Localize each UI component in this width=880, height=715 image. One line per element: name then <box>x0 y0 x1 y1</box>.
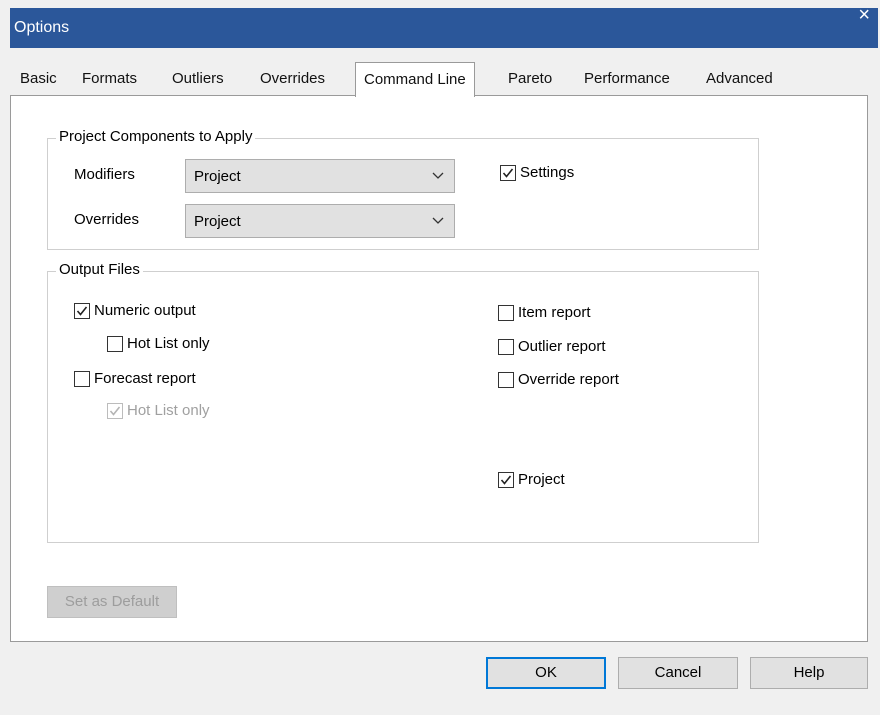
window-title: Options <box>14 19 70 36</box>
tab-pareto[interactable]: Pareto <box>502 64 558 94</box>
item-report-label: Item report <box>518 304 591 321</box>
numeric-hot-list-checkbox[interactable]: Hot List only <box>107 335 210 352</box>
forecast-hot-list-checkbox: Hot List only <box>107 402 210 419</box>
help-button[interactable]: Help <box>750 657 868 689</box>
settings-label: Settings <box>520 164 575 181</box>
numeric-hot-list-label: Hot List only <box>127 335 210 352</box>
chevron-down-icon <box>432 172 444 179</box>
set-as-default-button: Set as Default <box>47 586 177 618</box>
outlier-report-label: Outlier report <box>518 338 606 355</box>
checkbox-box <box>74 370 90 387</box>
tab-command-line[interactable]: Command Line <box>355 62 475 97</box>
overrides-value: Project <box>194 213 241 230</box>
tab-performance[interactable]: Performance <box>578 64 676 94</box>
checkmark-icon <box>109 406 121 416</box>
modifiers-label: Modifiers <box>74 166 135 183</box>
forecast-hot-list-label: Hot List only <box>127 402 210 419</box>
output-files-title: Output Files <box>56 261 143 278</box>
overrides-label: Overrides <box>74 211 140 228</box>
checkbox-box <box>498 371 514 388</box>
chevron-down-icon <box>432 217 444 224</box>
overrides-dropdown[interactable]: Project <box>185 204 455 238</box>
checkmark-icon <box>502 168 514 178</box>
numeric-output-label: Numeric output <box>94 302 196 319</box>
numeric-output-checkbox[interactable]: Numeric output <box>74 302 196 319</box>
tab-formats[interactable]: Formats <box>76 64 143 94</box>
checkbox-box <box>498 471 514 488</box>
tab-strip: Basic Formats Outliers Overrides Command… <box>10 62 878 97</box>
override-report-label: Override report <box>518 371 619 388</box>
checkbox-box <box>498 304 514 321</box>
tab-advanced[interactable]: Advanced <box>700 64 779 94</box>
project-components-title: Project Components to Apply <box>56 128 256 145</box>
tab-basic[interactable]: Basic <box>14 64 63 94</box>
checkbox-box <box>74 302 90 319</box>
close-icon[interactable]: × <box>858 5 870 25</box>
settings-checkbox[interactable]: Settings <box>500 164 574 181</box>
override-report-checkbox[interactable]: Override report <box>498 371 619 388</box>
forecast-report-checkbox[interactable]: Forecast report <box>74 370 196 387</box>
ok-button[interactable]: OK <box>486 657 606 689</box>
checkmark-icon <box>500 475 512 485</box>
checkmark-icon <box>76 306 88 316</box>
modifiers-value: Project <box>194 168 241 185</box>
checkbox-box <box>498 338 514 355</box>
tab-outliers[interactable]: Outliers <box>166 64 230 94</box>
checkbox-box <box>107 335 123 352</box>
command-line-panel: Project Components to Apply Modifiers Pr… <box>10 95 868 642</box>
checkbox-box <box>500 164 516 181</box>
project-components-group: Project Components to Apply Modifiers Pr… <box>47 128 759 250</box>
checkbox-box <box>107 402 123 419</box>
cancel-button[interactable]: Cancel <box>618 657 738 689</box>
forecast-report-label: Forecast report <box>94 370 196 387</box>
item-report-checkbox[interactable]: Item report <box>498 304 591 321</box>
outlier-report-checkbox[interactable]: Outlier report <box>498 338 606 355</box>
tab-overrides[interactable]: Overrides <box>254 64 331 94</box>
title-bar: Options × <box>10 5 878 48</box>
modifiers-dropdown[interactable]: Project <box>185 159 455 193</box>
project-checkbox[interactable]: Project <box>498 471 565 488</box>
output-files-group: Output Files Numeric output Hot List onl… <box>47 261 759 543</box>
project-label: Project <box>518 471 565 488</box>
